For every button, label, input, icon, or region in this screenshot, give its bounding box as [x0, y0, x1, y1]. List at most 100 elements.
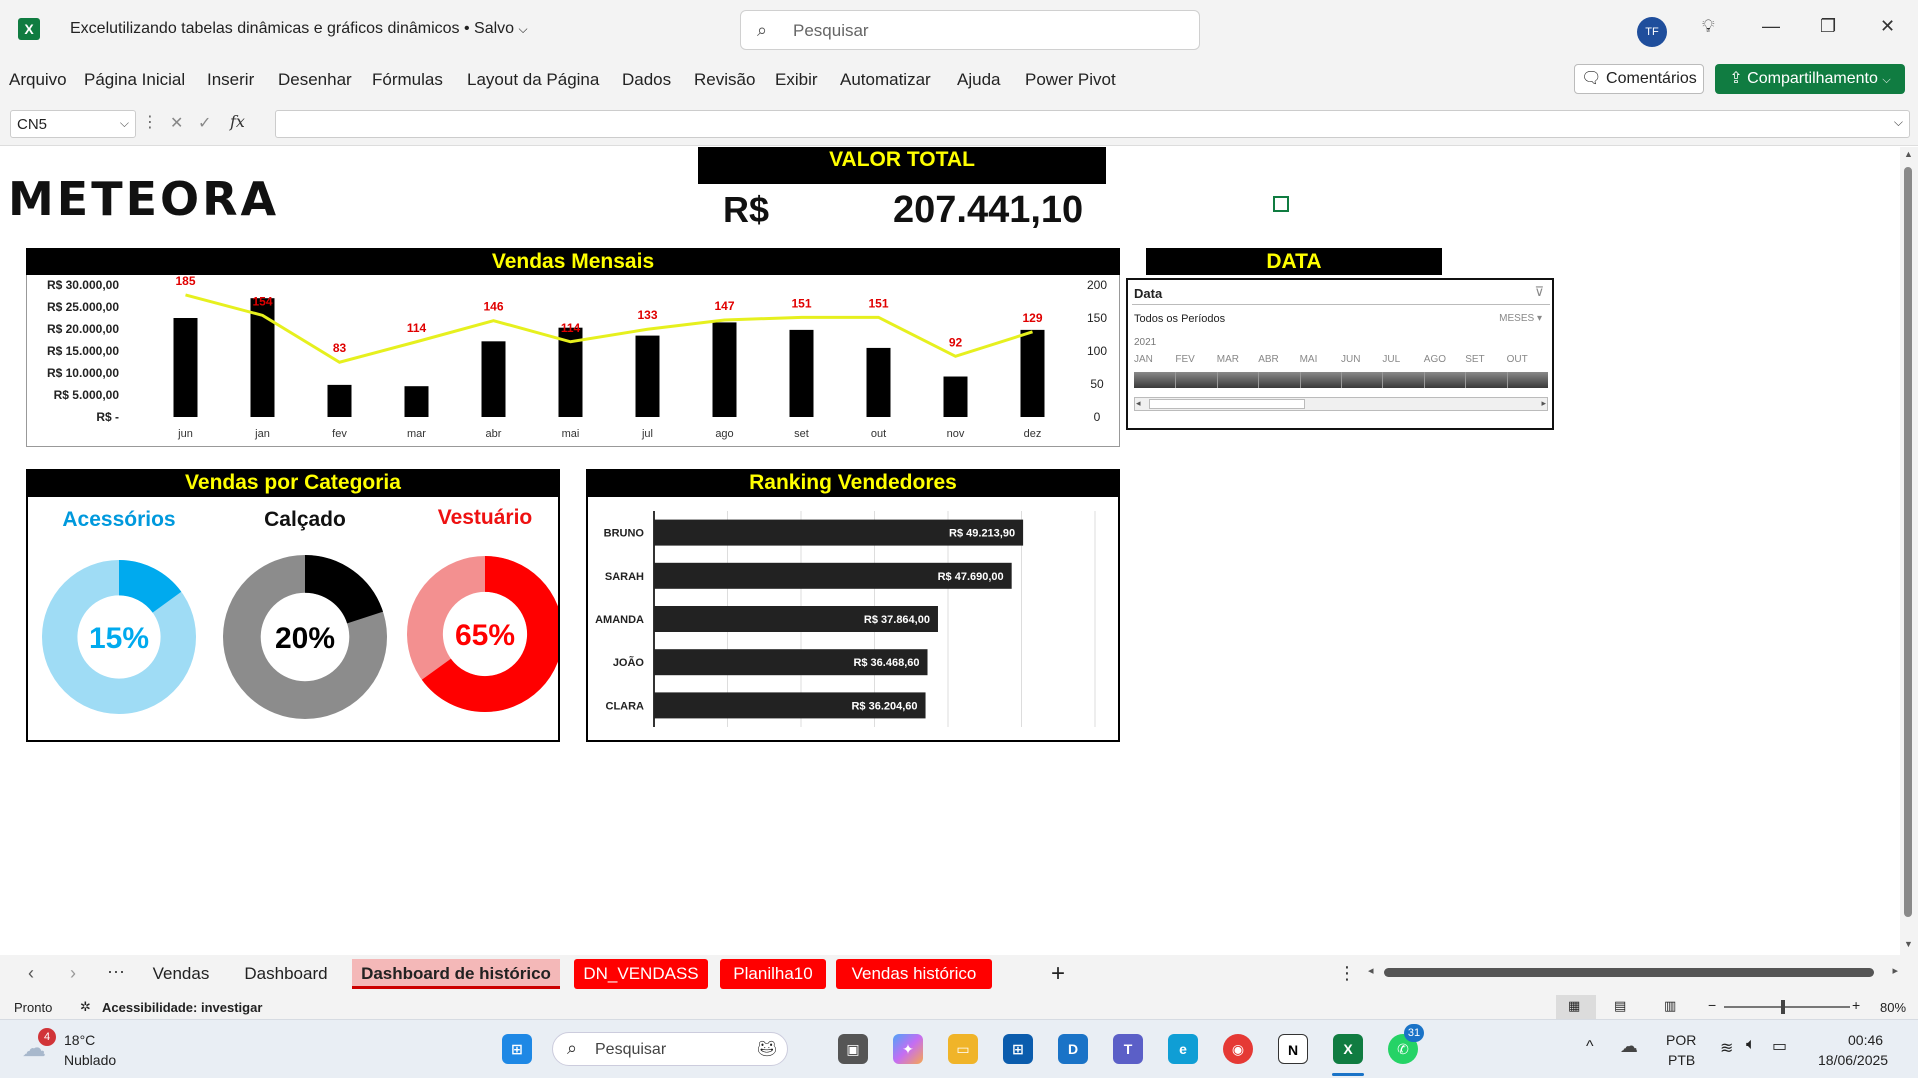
tab-planilha10[interactable]: Planilha10: [720, 959, 826, 989]
enter-icon[interactable]: ✓: [198, 113, 211, 133]
document-title[interactable]: Excelutilizando tabelas dinâmicas e gráf…: [70, 20, 528, 38]
zoom-in-icon[interactable]: +: [1852, 997, 1860, 1013]
windows-start-icon[interactable]: ⊞: [502, 1034, 532, 1064]
dell-icon[interactable]: D: [1058, 1034, 1088, 1064]
avatar[interactable]: TF: [1637, 17, 1667, 47]
file-explorer-icon[interactable]: ▭: [948, 1034, 978, 1064]
timeline-unit-dropdown[interactable]: MESES ▾: [1499, 313, 1542, 324]
menu-revisao[interactable]: Revisão: [694, 70, 755, 90]
menu-inserir[interactable]: Inserir: [207, 70, 254, 90]
expand-icon[interactable]: ⌵: [1894, 115, 1903, 130]
minimize-icon[interactable]: —: [1762, 16, 1780, 37]
language-line-1[interactable]: POR: [1666, 1032, 1696, 1048]
timeline-month-label[interactable]: ABR: [1258, 354, 1279, 365]
onedrive-icon[interactable]: ☁: [1620, 1036, 1638, 1057]
chrome-icon[interactable]: ◉: [1223, 1034, 1253, 1064]
tab-vendas-historico[interactable]: Vendas histórico: [836, 959, 992, 989]
tab-vendas[interactable]: Vendas: [140, 959, 222, 989]
menu-automatizar[interactable]: Automatizar: [840, 70, 931, 90]
language-line-2[interactable]: PTB: [1668, 1052, 1695, 1068]
name-box[interactable]: CN5 ⌵: [10, 110, 136, 138]
timeline-scroll-thumb[interactable]: [1149, 399, 1305, 409]
taskbar-search[interactable]: ⌕ Pesquisar 🐸︎: [552, 1032, 788, 1066]
prev-sheet-icon[interactable]: ‹: [28, 963, 34, 984]
battery-icon[interactable]: ▭: [1772, 1036, 1787, 1056]
scroll-down-icon[interactable]: ▼: [1904, 939, 1913, 949]
timeline-month-label[interactable]: MAR: [1217, 354, 1239, 365]
tab-options-icon[interactable]: ⋮: [1338, 963, 1356, 984]
store-icon[interactable]: ⊞: [1003, 1034, 1033, 1064]
edge-icon[interactable]: e: [1168, 1034, 1198, 1064]
worksheet[interactable]: METEORA VALOR TOTAL R$ 207.441,10 Vendas…: [0, 147, 1900, 955]
timeline-month-label[interactable]: JAN: [1134, 354, 1153, 365]
scroll-left-icon[interactable]: ◂: [1368, 964, 1374, 977]
next-sheet-icon[interactable]: ›: [70, 963, 76, 984]
timeline-slicer[interactable]: Data ⊽ Todos os Períodos MESES ▾ 2021 JA…: [1126, 278, 1554, 430]
close-icon[interactable]: ✕: [1880, 16, 1895, 37]
menu-exibir[interactable]: Exibir: [775, 70, 818, 90]
excel-taskbar-icon[interactable]: X: [1333, 1034, 1363, 1064]
scroll-up-icon[interactable]: ▲: [1904, 149, 1913, 159]
timeline-period-bar[interactable]: [1134, 372, 1548, 388]
tab-dn-vendass[interactable]: DN_VENDASS: [574, 959, 708, 989]
zoom-level[interactable]: 80%: [1880, 1000, 1906, 1015]
normal-view-button[interactable]: ▦: [1556, 995, 1596, 1019]
timeline-month-label[interactable]: OUT: [1507, 354, 1528, 365]
restore-icon[interactable]: ❐: [1820, 16, 1836, 37]
vertical-scroll-thumb[interactable]: [1904, 167, 1912, 917]
zoom-slider-thumb[interactable]: [1780, 1000, 1785, 1014]
vertical-scrollbar[interactable]: ▲ ▼: [1900, 147, 1918, 955]
function-icon[interactable]: fx: [230, 112, 245, 131]
page-layout-icon[interactable]: ▤: [1614, 998, 1626, 1014]
menu-formulas[interactable]: Fórmulas: [372, 70, 443, 90]
more-sheets-icon[interactable]: ···: [107, 961, 125, 982]
scroll-right-icon[interactable]: ▸: [1541, 398, 1546, 409]
scroll-left-icon[interactable]: ◂: [1136, 398, 1141, 409]
timeline-month-label[interactable]: AGO: [1424, 354, 1446, 365]
zoom-slider[interactable]: [1724, 1000, 1850, 1014]
menu-ajuda[interactable]: Ajuda: [957, 70, 1000, 90]
menu-pagina-inicial[interactable]: Página Inicial: [84, 70, 185, 90]
search-input[interactable]: ⌕ Pesquisar: [740, 10, 1200, 50]
timeline-month-label[interactable]: MAI: [1300, 354, 1318, 365]
clear-filter-icon[interactable]: ⊽: [1534, 284, 1544, 300]
scroll-right-icon[interactable]: ▸: [1892, 964, 1898, 977]
timeline-month-label[interactable]: FEV: [1175, 354, 1194, 365]
add-sheet-button[interactable]: +: [1040, 959, 1076, 989]
lightbulb-icon[interactable]: 💡︎: [1702, 16, 1715, 37]
menu-desenhar[interactable]: Desenhar: [278, 70, 352, 90]
copilot-icon[interactable]: ✦: [893, 1034, 923, 1064]
share-button[interactable]: ⇪ Compartilhamento ⌵: [1715, 64, 1905, 94]
accessibility-status[interactable]: Acessibilidade: investigar: [102, 1000, 262, 1015]
menu-layout-pagina[interactable]: Layout da Página: [467, 70, 599, 90]
comments-button[interactable]: 🗨︎ Comentários: [1574, 64, 1704, 94]
timeline-month-label[interactable]: JUL: [1382, 354, 1400, 365]
x-tick-label: jun: [177, 428, 193, 440]
timeline-month-label[interactable]: SET: [1465, 354, 1484, 365]
tab-dashboard[interactable]: Dashboard: [232, 959, 340, 989]
menu-power-pivot[interactable]: Power Pivot: [1025, 70, 1116, 90]
menu-dados[interactable]: Dados: [622, 70, 671, 90]
accessibility-icon[interactable]: ✲: [80, 999, 91, 1015]
timeline-scrollbar[interactable]: ◂ ▸: [1134, 397, 1548, 411]
zoom-out-icon[interactable]: −: [1708, 997, 1716, 1013]
volume-icon[interactable]: 🔈︎: [1746, 1036, 1756, 1054]
task-view-icon[interactable]: ▣: [838, 1034, 868, 1064]
tab-dashboard-historico[interactable]: Dashboard de histórico: [352, 959, 560, 989]
cancel-icon[interactable]: ✕: [170, 113, 183, 133]
teams-icon[interactable]: T: [1113, 1034, 1143, 1064]
clock-date[interactable]: 18/06/2025: [1818, 1052, 1888, 1068]
horizontal-scroll-thumb[interactable]: [1384, 968, 1874, 977]
timeline-month-label[interactable]: JUN: [1341, 354, 1360, 365]
wifi-icon[interactable]: ≋: [1720, 1038, 1733, 1058]
horizontal-scrollbar[interactable]: ◂ ▸: [1368, 964, 1898, 979]
page-break-icon[interactable]: ▥: [1664, 998, 1676, 1014]
formula-input[interactable]: ⌵: [275, 110, 1910, 138]
selection-marker[interactable]: [1273, 196, 1289, 212]
notion-icon[interactable]: N: [1278, 1034, 1308, 1064]
clock-time[interactable]: 00:46: [1848, 1032, 1883, 1048]
menu-arquivo[interactable]: Arquivo: [9, 70, 67, 90]
chevron-up-icon[interactable]: ^: [1586, 1038, 1594, 1056]
weather-widget[interactable]: ☁ 4: [22, 1028, 56, 1062]
chevron-down-icon[interactable]: ⌵: [519, 22, 528, 36]
